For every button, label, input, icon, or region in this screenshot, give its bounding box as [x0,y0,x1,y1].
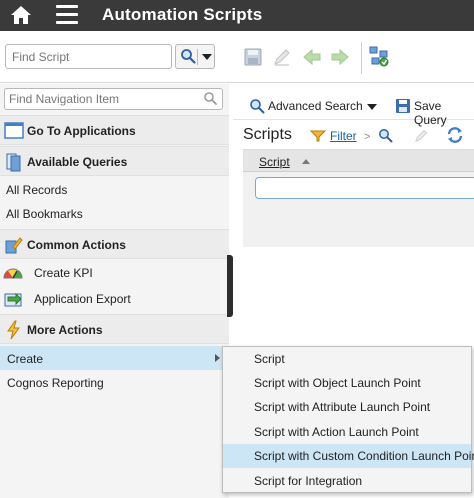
more-actions-label: More Actions [27,323,103,337]
common-actions-label: Common Actions [27,238,126,252]
app-title: Automation Scripts [102,5,263,24]
submenu-item-attribute-launch-point[interactable]: Script with Attribute Launch Point [223,395,471,419]
submenu-item-label: Script [254,352,285,366]
search-button[interactable] [175,44,215,69]
edit-icon[interactable] [272,47,292,67]
kpi-gauge-icon [3,268,23,279]
list-toolbar: Advanced Search Save Query [233,84,474,127]
all-bookmarks-label: All Bookmarks [6,207,83,221]
submenu-item-action-launch-point[interactable]: Script with Action Launch Point [223,420,471,444]
script-filter-input[interactable] [255,177,474,199]
column-header-script[interactable]: Script [259,155,290,169]
submenu-item-label: Script with Action Launch Point [254,425,419,439]
sort-ascending-icon[interactable] [302,159,310,164]
create-menu-item[interactable]: Create [0,346,229,370]
application-export-label: Application Export [34,292,131,306]
create-submenu: Script Script with Object Launch Point S… [222,346,474,493]
find-script-input[interactable] [5,44,172,69]
submenu-item-label: Script with Attribute Launch Point [254,400,431,414]
submenu-item-label: Script with Object Launch Point [254,376,421,390]
all-records-label: All Records [6,183,68,197]
search-icon[interactable] [203,91,217,105]
filter-icon [310,130,326,142]
table-header: Script [243,150,474,172]
home-icon[interactable] [10,4,32,26]
applications-icon [4,122,24,139]
go-to-applications[interactable]: Go To Applications [0,115,229,145]
app-header: Automation Scripts [0,0,474,31]
search-icon [181,49,196,64]
edit-icon[interactable] [414,128,429,143]
left-navigation: Go To Applications Available Queries All… [0,84,229,498]
save-query-button[interactable]: Save Query [414,99,474,127]
save-icon[interactable] [243,47,263,67]
chevron-right-icon: > [364,131,371,143]
toolbar-divider [361,42,362,74]
common-actions[interactable]: Common Actions [0,229,229,259]
search-icon[interactable] [378,128,393,143]
next-icon[interactable] [330,47,350,67]
chevron-down-icon[interactable] [202,54,212,60]
submenu-item-integration[interactable]: Script for Integration [223,469,471,493]
create-kpi-item[interactable]: Create KPI [0,260,229,285]
go-to-applications-label: Go To Applications [27,124,136,138]
cognos-reporting-label: Cognos Reporting [7,376,104,390]
cognos-reporting-item[interactable]: Cognos Reporting [0,370,229,394]
save-icon [396,99,410,113]
chevron-down-icon[interactable] [367,104,377,110]
workflow-icon[interactable] [368,45,390,67]
common-actions-icon [5,237,23,254]
filter-link[interactable]: Filter [330,129,357,143]
search-icon [250,99,265,114]
find-navigation-input[interactable] [4,88,223,110]
results-table: Script [243,149,474,247]
all-records-link[interactable]: All Records [0,177,229,201]
chevron-right-icon [215,354,220,362]
application-export-item[interactable]: Application Export [0,286,229,311]
create-kpi-label: Create KPI [34,266,93,280]
available-queries-label: Available Queries [27,155,128,169]
more-actions[interactable]: More Actions [0,314,229,344]
previous-icon[interactable] [302,47,322,67]
export-icon [4,292,22,307]
all-bookmarks-link[interactable]: All Bookmarks [0,201,229,225]
toolbar [0,31,474,83]
submenu-item-label: Script with Custom Condition Launch Poin… [254,449,474,463]
submenu-item-custom-condition-launch-point[interactable]: Script with Custom Condition Launch Poin… [223,444,474,468]
hamburger-menu-icon[interactable] [56,5,78,25]
create-label: Create [7,352,44,366]
list-title: Scripts [243,126,292,143]
available-queries[interactable]: Available Queries [0,146,229,176]
queries-icon [6,153,21,172]
advanced-search-button[interactable]: Advanced Search [268,99,363,113]
submenu-item-script[interactable]: Script [223,347,471,371]
lightning-icon [7,320,20,340]
submenu-item-object-launch-point[interactable]: Script with Object Launch Point [223,371,471,395]
submenu-item-label: Script for Integration [254,474,363,488]
refresh-icon[interactable] [446,126,464,144]
